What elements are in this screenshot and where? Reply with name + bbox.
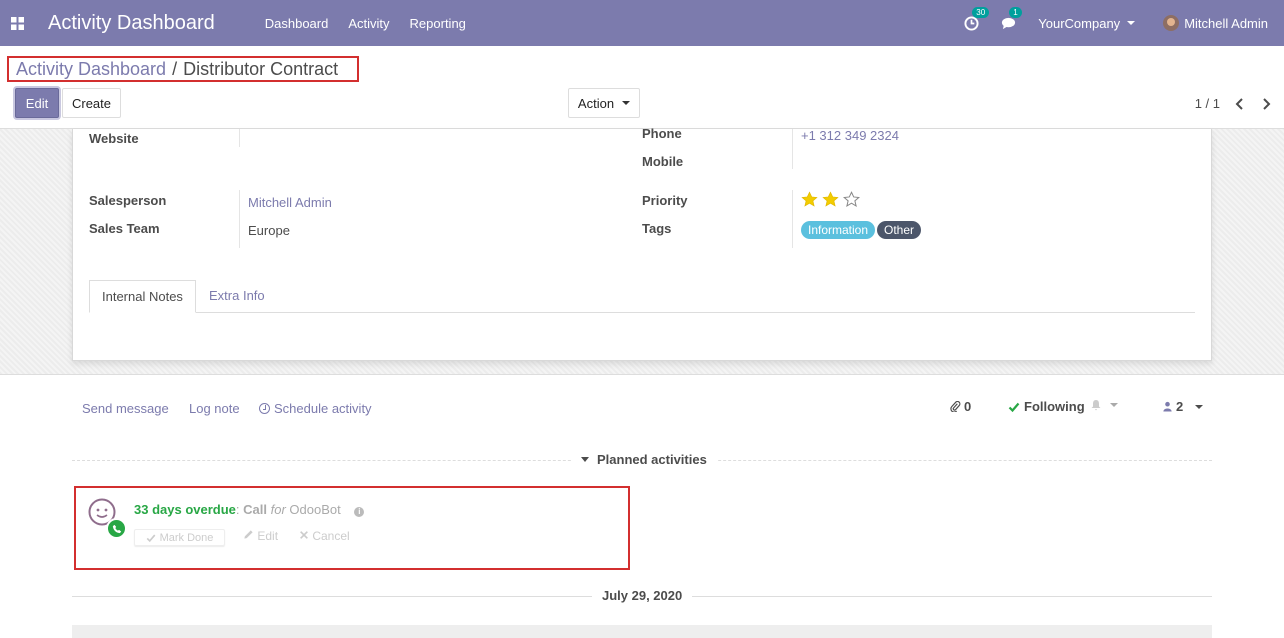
chevron-down-icon xyxy=(622,101,631,105)
mobile-label: Mobile xyxy=(642,154,684,169)
menu-activity[interactable]: Activity xyxy=(348,16,389,31)
apps-menu-icon[interactable] xyxy=(0,0,34,46)
breadcrumb-separator: / xyxy=(172,59,178,79)
action-dropdown[interactable]: Action xyxy=(568,88,640,118)
salesperson-field[interactable]: Mitchell Admin xyxy=(248,195,332,210)
notebook-tabs: Internal Notes Extra Info xyxy=(89,280,1195,313)
caret-down-icon xyxy=(581,457,589,462)
company-name: YourCompany xyxy=(1038,15,1121,31)
tag-other[interactable]: Other xyxy=(877,221,922,239)
planned-activities-toggle[interactable]: Planned activities xyxy=(571,452,717,467)
attachments-button[interactable]: 0 xyxy=(950,399,971,414)
activity-colon: : xyxy=(235,502,240,517)
notification-settings[interactable] xyxy=(1090,399,1118,411)
tags-label: Tags xyxy=(642,221,672,236)
field-divider xyxy=(239,190,240,248)
followers-button[interactable]: 2 xyxy=(1162,399,1204,414)
activity-count-badge: 30 xyxy=(972,6,990,18)
user-icon xyxy=(1163,401,1172,412)
activity-user: OdooBot xyxy=(289,502,341,517)
create-button[interactable]: Create xyxy=(62,88,121,118)
mark-done-label: Mark Done xyxy=(159,531,214,544)
activity-for: for xyxy=(270,502,286,517)
star-filled-icon[interactable] xyxy=(822,191,839,208)
field-divider xyxy=(792,129,793,169)
close-icon xyxy=(300,531,308,539)
phone-field[interactable]: +1 312 349 2324 xyxy=(801,128,899,143)
menu-dashboard[interactable]: Dashboard xyxy=(265,16,329,31)
tab-internal-notes[interactable]: Internal Notes xyxy=(89,280,196,313)
activity-systray[interactable]: 30 xyxy=(964,6,990,31)
followers-count: 2 xyxy=(1176,399,1184,414)
action-label: Action xyxy=(577,95,615,111)
paperclip-icon xyxy=(950,401,961,412)
chevron-down-icon xyxy=(1110,403,1118,407)
tag-information[interactable]: Information xyxy=(801,221,876,239)
following-label: Following xyxy=(1024,399,1085,414)
check-icon xyxy=(146,534,155,542)
schedule-activity-button[interactable]: Schedule activity xyxy=(259,401,372,416)
bell-icon xyxy=(1091,400,1101,411)
company-switcher[interactable]: YourCompany xyxy=(1038,15,1136,31)
date-separator: July 29, 2020 xyxy=(592,588,693,603)
breadcrumb-current: Distributor Contract xyxy=(183,59,339,79)
activity-edit-label: Edit xyxy=(257,529,279,543)
message-item xyxy=(72,625,1212,638)
check-icon xyxy=(1008,402,1020,412)
activity-highlight xyxy=(74,486,630,570)
field-divider xyxy=(792,190,793,248)
star-empty-icon[interactable] xyxy=(843,191,860,208)
activity-type: Call xyxy=(243,502,267,517)
planned-activities-title: Planned activities xyxy=(597,452,707,467)
user-menu[interactable]: Mitchell Admin xyxy=(1163,15,1268,31)
activity-cancel-button[interactable]: Cancel xyxy=(299,529,350,543)
log-note-button[interactable]: Log note xyxy=(189,401,240,416)
top-navbar: Activity Dashboard Dashboard Activity Re… xyxy=(0,0,1284,46)
breadcrumb: Activity Dashboard / Distributor Contract xyxy=(7,56,359,82)
attachments-count: 0 xyxy=(964,399,972,414)
app-brand[interactable]: Activity Dashboard xyxy=(48,12,215,35)
tab-extra-info[interactable]: Extra Info xyxy=(197,280,277,313)
messaging-systray[interactable]: 1 xyxy=(1001,6,1022,31)
activity-due: 33 days overdue xyxy=(134,502,236,517)
pager-value[interactable]: 1 / 1 xyxy=(1195,96,1220,111)
website-label: Website xyxy=(89,131,139,146)
phone-icon xyxy=(106,518,127,539)
priority-label: Priority xyxy=(642,193,688,208)
sales-team-label: Sales Team xyxy=(89,221,160,236)
info-icon[interactable]: i xyxy=(354,507,365,517)
menu-reporting[interactable]: Reporting xyxy=(410,16,466,31)
clock-icon xyxy=(964,15,979,31)
phone-label: Phone xyxy=(642,126,682,141)
activity-cancel-label: Cancel xyxy=(312,529,350,543)
chevron-left-icon[interactable] xyxy=(1234,97,1246,110)
pager: 1 / 1 xyxy=(1195,96,1272,111)
send-message-button[interactable]: Send message xyxy=(82,401,169,416)
activity-summary: 33 days overdue: Call for OdooBot i xyxy=(134,502,365,517)
chevron-down-icon xyxy=(1127,21,1136,25)
pencil-icon xyxy=(244,530,253,539)
field-divider xyxy=(239,129,240,147)
mark-done-button[interactable]: Mark Done xyxy=(134,529,225,546)
star-filled-icon[interactable] xyxy=(801,191,818,208)
sales-team-field[interactable]: Europe xyxy=(248,223,290,238)
activity-edit-button[interactable]: Edit xyxy=(243,529,278,543)
priority-stars xyxy=(801,191,864,208)
following-button[interactable]: Following xyxy=(1008,399,1085,414)
chevron-down-icon xyxy=(1195,404,1204,409)
avatar xyxy=(1163,15,1180,31)
schedule-activity-label: Schedule activity xyxy=(274,401,372,416)
salesperson-label: Salesperson xyxy=(89,193,167,208)
comments-icon xyxy=(1002,17,1016,29)
breadcrumb-parent[interactable]: Activity Dashboard xyxy=(16,59,166,79)
edit-button[interactable]: Edit xyxy=(15,88,59,118)
chevron-right-icon[interactable] xyxy=(1260,97,1272,110)
user-name: Mitchell Admin xyxy=(1184,15,1268,31)
message-count-badge: 1 xyxy=(1009,6,1022,18)
clock-icon xyxy=(259,403,270,414)
